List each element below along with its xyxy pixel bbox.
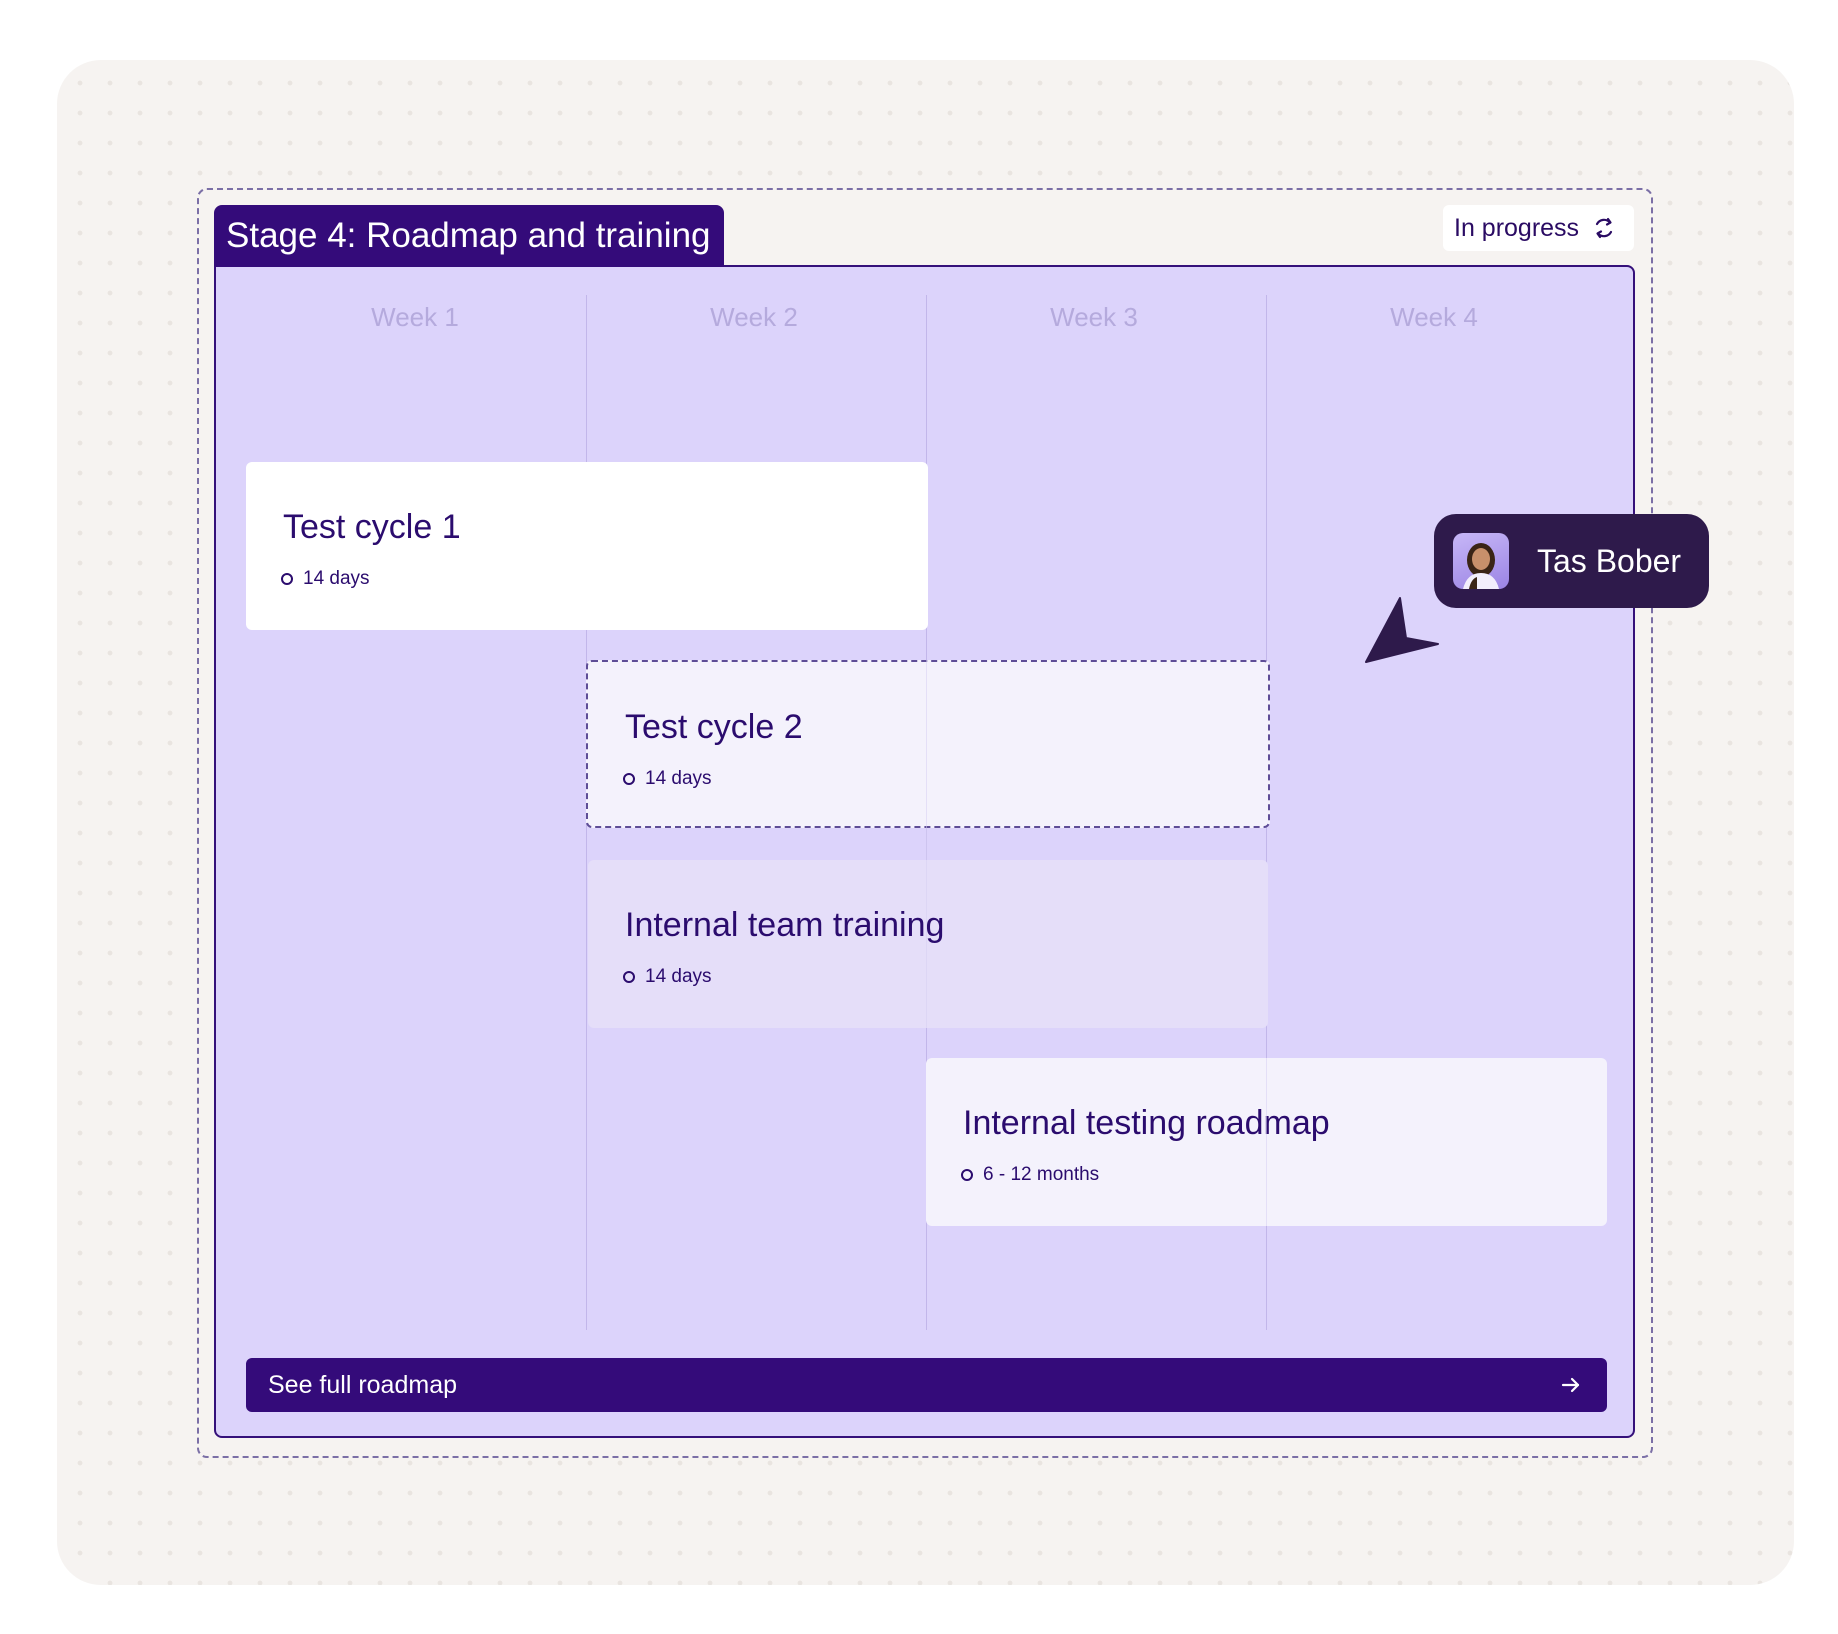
card-title: Test cycle 1	[283, 508, 461, 546]
week-divider-overlay	[1266, 1058, 1267, 1226]
week-divider-overlay	[926, 660, 927, 1028]
circle-icon	[623, 971, 635, 983]
week-header-2: Week 2	[710, 302, 798, 332]
card-title: Internal team training	[625, 906, 945, 944]
arrow-right-icon	[1561, 1377, 1580, 1393]
week-header-4: Week 4	[1390, 302, 1478, 332]
duration-label: 14 days	[645, 768, 712, 789]
week-header-1: Week 1	[371, 302, 459, 332]
status-label: In progress	[1454, 213, 1580, 242]
card-duration: 14 days	[623, 768, 712, 790]
cta-label: See full roadmap	[268, 1370, 458, 1399]
duration-label: 14 days	[645, 966, 712, 987]
circle-icon	[623, 773, 635, 785]
cursor-arrow-icon	[1365, 597, 1439, 663]
roadmap-panel	[214, 265, 1635, 1438]
card-duration: 14 days	[623, 966, 712, 988]
collaborator-chip: Tas Bober	[1434, 514, 1709, 608]
circle-icon	[281, 573, 293, 585]
duration-label: 14 days	[303, 568, 370, 589]
roadmap-card-internal-team-training[interactable]: Internal team training 14 days	[588, 860, 1268, 1028]
roadmap-card-test-cycle-1[interactable]: Test cycle 1 14 days	[246, 462, 928, 630]
stage-title: Stage 4: Roadmap and training	[214, 205, 724, 267]
refresh-icon	[1591, 215, 1617, 241]
week-header-3: Week 3	[1050, 302, 1138, 332]
collaborator-name: Tas Bober	[1537, 542, 1682, 579]
card-duration: 14 days	[281, 568, 370, 590]
status-badge[interactable]: In progress	[1443, 205, 1634, 251]
roadmap-card-test-cycle-2[interactable]: Test cycle 2 14 days	[586, 660, 1270, 828]
card-duration: 6 - 12 months	[961, 1164, 1099, 1186]
see-full-roadmap-button[interactable]: See full roadmap	[246, 1358, 1607, 1412]
duration-label: 6 - 12 months	[983, 1164, 1100, 1185]
card-title: Test cycle 2	[625, 708, 803, 746]
avatar	[1453, 533, 1509, 589]
circle-icon	[961, 1169, 973, 1181]
card-title: Internal testing roadmap	[963, 1104, 1330, 1142]
